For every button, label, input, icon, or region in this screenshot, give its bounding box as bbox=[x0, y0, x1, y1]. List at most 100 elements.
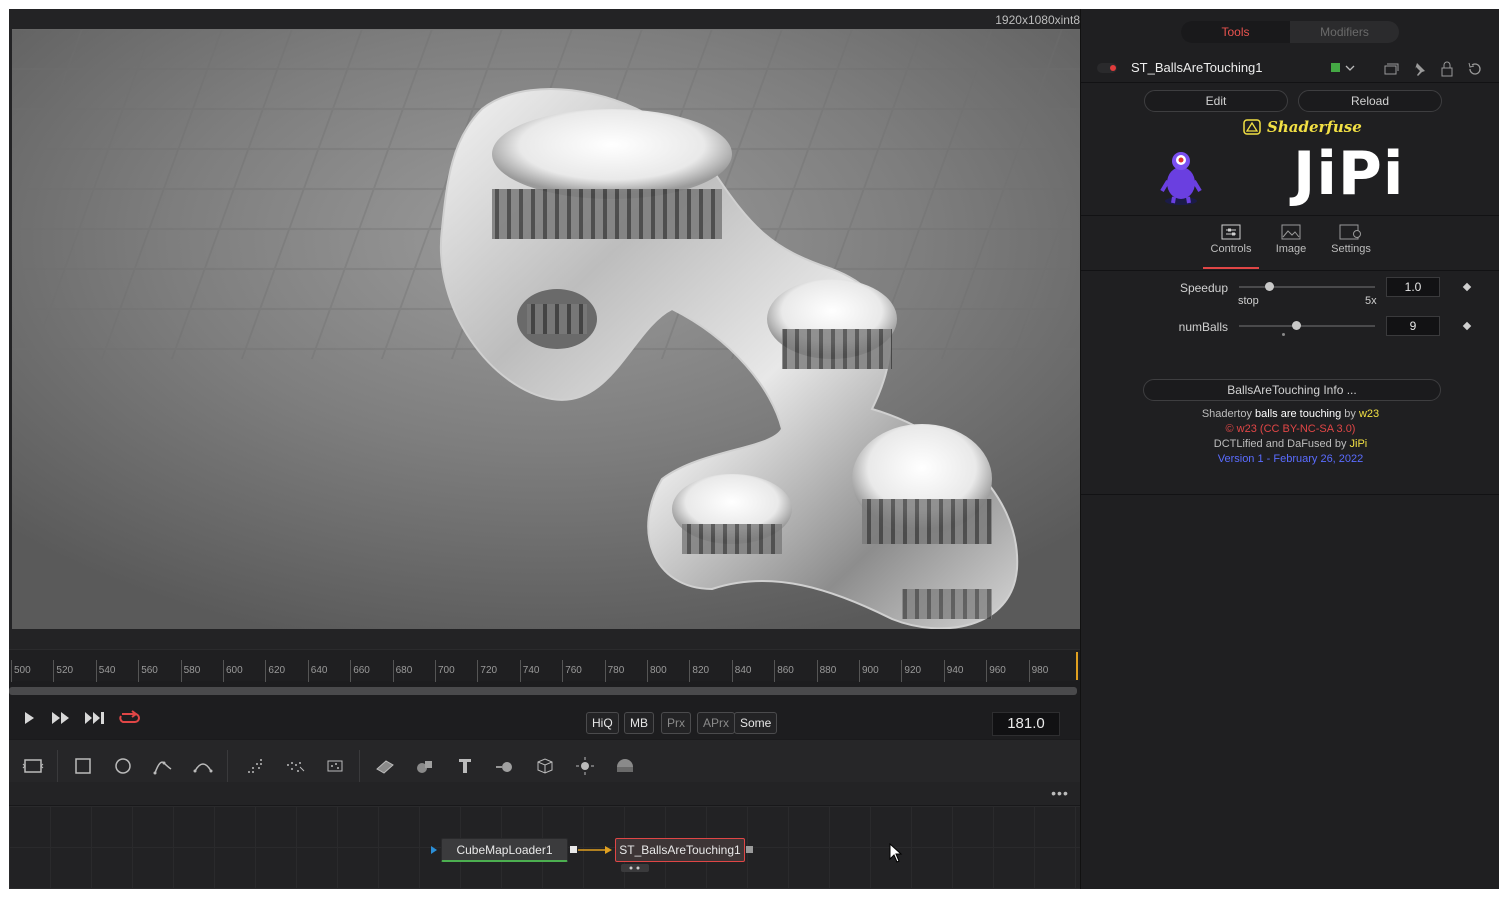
some-button[interactable]: Some bbox=[734, 712, 778, 734]
scrub-bar[interactable] bbox=[9, 687, 1077, 695]
ruler-tick bbox=[11, 660, 12, 682]
credit-version[interactable]: Version 1 - February 26, 2022 bbox=[1081, 453, 1499, 465]
node-st-ballsaretouching[interactable]: ST_BallsAreTouching1 bbox=[615, 838, 745, 862]
speedup-keyframe-icon[interactable] bbox=[1462, 282, 1472, 292]
renderer-3d-icon[interactable] bbox=[611, 752, 639, 780]
light-3d-icon[interactable] bbox=[571, 752, 599, 780]
playhead[interactable] bbox=[1076, 652, 1078, 680]
tab-settings-label: Settings bbox=[1331, 243, 1371, 255]
numballs-value-field[interactable]: 9 bbox=[1386, 316, 1440, 336]
ruler-tick bbox=[95, 660, 97, 682]
app-window: 1920x1080xint8 500 520 540 560 580 600 620 640 6… bbox=[9, 9, 1499, 889]
numballs-slider[interactable] bbox=[1239, 325, 1375, 327]
input-port-icon[interactable] bbox=[430, 846, 438, 854]
reset-icon[interactable] bbox=[1467, 61, 1483, 77]
text-3d-icon[interactable] bbox=[451, 752, 479, 780]
tab-image[interactable]: Image bbox=[1263, 224, 1319, 268]
numballs-keyframe-icon[interactable] bbox=[1462, 321, 1472, 331]
tab-tools[interactable]: Tools bbox=[1181, 21, 1290, 43]
merge-3d-icon[interactable] bbox=[491, 752, 519, 780]
viewer: 1920x1080xint8 bbox=[9, 9, 1080, 649]
speedup-value-field[interactable]: 1.0 bbox=[1386, 277, 1440, 297]
ruler-tick bbox=[901, 660, 903, 682]
ruler-tick-label: 780 bbox=[607, 665, 625, 676]
inspector-divider bbox=[1081, 494, 1499, 495]
speedup-slider[interactable] bbox=[1239, 286, 1375, 288]
loop-icon[interactable] bbox=[115, 705, 143, 731]
image-icon bbox=[1281, 224, 1301, 240]
ruler-tick bbox=[307, 660, 309, 682]
reload-button[interactable]: Reload bbox=[1298, 90, 1442, 112]
shaderfuse-brand: Shaderfuse bbox=[1243, 117, 1362, 137]
credit-line-3: DCTLified and DaFused by JiPi bbox=[1081, 438, 1499, 450]
tab-modifiers[interactable]: Modifiers bbox=[1290, 21, 1399, 43]
info-button[interactable]: BallsAreTouching Info ... bbox=[1143, 379, 1441, 401]
ruler-tick bbox=[731, 660, 733, 682]
fast-forward-icon[interactable] bbox=[47, 705, 75, 731]
node-editor[interactable]: CubeMapLoader1 ST_BallsAreTouching1 bbox=[9, 806, 1080, 889]
shape-3d-icon[interactable] bbox=[411, 752, 439, 780]
ruler-tick bbox=[859, 660, 860, 682]
speedup-slider-knob[interactable] bbox=[1264, 282, 1274, 291]
ruler-tick bbox=[392, 660, 394, 682]
ruler-tick bbox=[562, 660, 564, 682]
ruler-tick bbox=[943, 660, 945, 682]
ruler-tick-label: 680 bbox=[395, 665, 413, 676]
numballs-default-marker bbox=[1282, 333, 1285, 336]
current-time-field[interactable]: 181.0 bbox=[992, 712, 1060, 736]
aprx-button[interactable]: APrx bbox=[697, 712, 736, 734]
ruler-tick-label: 880 bbox=[819, 665, 837, 676]
speedup-min-label: stop bbox=[1238, 295, 1259, 307]
pin-icon[interactable] bbox=[1411, 61, 1427, 77]
ruler-tick-label: 740 bbox=[522, 665, 540, 676]
ruler-tick bbox=[689, 660, 691, 682]
node-color-swatch[interactable] bbox=[1331, 63, 1340, 72]
viewer-image[interactable] bbox=[12, 29, 1080, 629]
output-port-icon[interactable] bbox=[746, 846, 754, 854]
lock-icon[interactable] bbox=[1439, 61, 1455, 77]
tool-name: ST_BallsAreTouching1 bbox=[1131, 60, 1263, 75]
camera-3d-icon[interactable] bbox=[531, 752, 559, 780]
particle-image-icon[interactable] bbox=[321, 752, 349, 780]
credit-jipi[interactable]: JiPi bbox=[1350, 438, 1368, 450]
ruler-tick bbox=[138, 660, 140, 682]
background-tool-icon[interactable] bbox=[19, 752, 47, 780]
image-plane-3d-icon[interactable] bbox=[371, 752, 399, 780]
numballs-slider-knob[interactable] bbox=[1292, 321, 1302, 330]
ruler-tick bbox=[1028, 660, 1030, 682]
bspline-mask-icon[interactable] bbox=[189, 752, 217, 780]
ruler-tick-label: 820 bbox=[692, 665, 710, 676]
ruler-tick bbox=[223, 660, 224, 682]
play-icon[interactable] bbox=[15, 705, 43, 731]
skip-to-end-icon[interactable] bbox=[81, 705, 109, 731]
edit-button[interactable]: Edit bbox=[1144, 90, 1288, 112]
tool-enable-toggle[interactable] bbox=[1097, 63, 1117, 73]
versions-icon[interactable] bbox=[1383, 61, 1399, 77]
tab-settings[interactable]: Settings bbox=[1323, 224, 1379, 268]
ruler-tick-label: 980 bbox=[1031, 665, 1049, 676]
polygon-mask-icon[interactable] bbox=[149, 752, 177, 780]
ruler-tick-label: 720 bbox=[480, 665, 498, 676]
ruler-tick bbox=[816, 660, 818, 682]
controls-icon bbox=[1221, 224, 1241, 240]
ruler-tick bbox=[774, 660, 776, 682]
time-ruler[interactable]: 500 520 540 560 580 600 620 640 660 680 700 720 740 7… bbox=[9, 649, 1080, 682]
transport-bar: HiQ MB Prx APrx Some 181.0 bbox=[9, 699, 1080, 739]
particle-render-icon[interactable] bbox=[281, 752, 309, 780]
node-cubemaploader[interactable]: CubeMapLoader1 bbox=[441, 838, 568, 862]
ruler-tick bbox=[265, 660, 267, 682]
ellipse-mask-icon[interactable] bbox=[109, 752, 137, 780]
ruler-tick-label: 600 bbox=[226, 665, 243, 676]
chevron-down-icon[interactable] bbox=[1345, 63, 1355, 73]
hiq-button[interactable]: HiQ bbox=[586, 712, 619, 734]
tab-controls[interactable]: Controls bbox=[1203, 224, 1259, 269]
credit-shader-title[interactable]: balls are touching bbox=[1255, 408, 1341, 420]
credit-license[interactable]: © w23 (CC BY-NC-SA 3.0) bbox=[1081, 423, 1499, 435]
credit-shadertoy: Shadertoy bbox=[1201, 408, 1256, 420]
more-options-button[interactable]: ••• bbox=[1048, 784, 1072, 804]
particle-emitter-icon[interactable] bbox=[241, 752, 269, 780]
mb-button[interactable]: MB bbox=[624, 712, 654, 734]
credit-author[interactable]: w23 bbox=[1359, 408, 1379, 420]
rectangle-mask-icon[interactable] bbox=[69, 752, 97, 780]
prx-button[interactable]: Prx bbox=[661, 712, 691, 734]
